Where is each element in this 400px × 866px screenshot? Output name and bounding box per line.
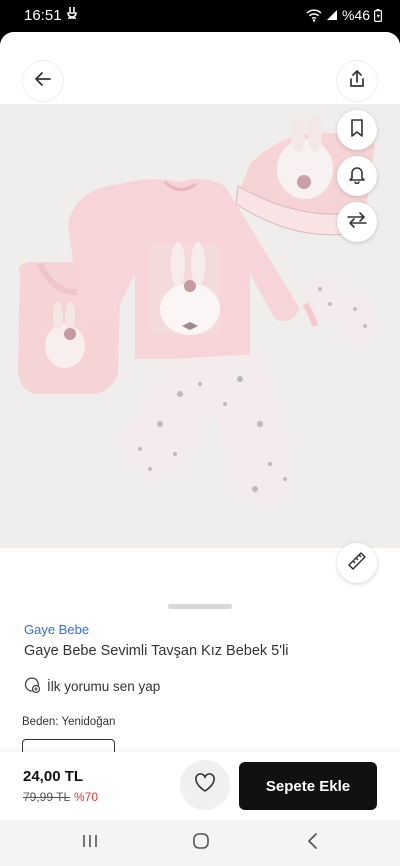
- old-price: 79,99 TL: [23, 790, 71, 804]
- status-indicators: %46: [306, 7, 382, 23]
- size-label-value: Yenidoğan: [61, 716, 116, 728]
- system-back-button[interactable]: [298, 830, 328, 856]
- save-collection-button[interactable]: [337, 110, 377, 150]
- size-label-key: Beden:: [22, 716, 59, 728]
- home-icon: [192, 832, 210, 855]
- discount-badge: %70: [74, 790, 99, 804]
- drag-handle[interactable]: [168, 604, 232, 609]
- status-time: 16:51: [24, 7, 62, 24]
- price-alarm-button[interactable]: [337, 156, 377, 196]
- battery-percent: %46: [341, 7, 370, 23]
- system-nav-bar: [0, 820, 400, 866]
- bookmark-icon: [348, 118, 366, 143]
- first-review-link[interactable]: İlk yorumu sen yap: [23, 676, 160, 697]
- size-label: Beden: Yenidoğan: [22, 716, 115, 728]
- status-bar: 16:51 %46: [0, 0, 400, 32]
- product-title: Gaye Bebe Sevimli Tavşan Kız Bebek 5'li: [24, 643, 289, 659]
- bell-icon: [347, 164, 367, 189]
- favorite-button[interactable]: [180, 760, 230, 810]
- compare-button[interactable]: [337, 202, 377, 242]
- current-price: 24,00 TL: [23, 768, 84, 785]
- share-button[interactable]: [337, 61, 377, 101]
- chevron-left-icon: [306, 832, 320, 855]
- purchase-bar: 24,00 TL 79,99 TL %70 Sepete Ekle: [0, 752, 400, 820]
- battery-icon: [374, 8, 382, 22]
- wifi-icon: [306, 8, 322, 22]
- add-comment-icon: [23, 676, 41, 697]
- recent-apps-icon: [81, 833, 99, 854]
- add-to-cart-button[interactable]: Sepete Ekle: [239, 762, 377, 810]
- signal-icon: [326, 9, 338, 21]
- rabbit-notification-icon: [66, 6, 78, 23]
- compare-arrows-icon: [346, 210, 368, 235]
- product-sheet: Gaye Bebe Gaye Bebe Sevimli Tavşan Kız B…: [0, 32, 400, 820]
- top-bar: [0, 32, 400, 104]
- heart-icon: [194, 772, 216, 798]
- recent-apps-button[interactable]: [75, 830, 105, 856]
- back-button[interactable]: [23, 61, 63, 101]
- ruler-icon: [346, 550, 368, 577]
- share-icon: [347, 69, 367, 94]
- arrow-left-icon: [33, 69, 53, 94]
- size-chart-button[interactable]: [337, 543, 377, 583]
- home-button[interactable]: [186, 830, 216, 856]
- brand-link[interactable]: Gaye Bebe: [24, 622, 89, 637]
- first-review-label: İlk yorumu sen yap: [47, 679, 161, 694]
